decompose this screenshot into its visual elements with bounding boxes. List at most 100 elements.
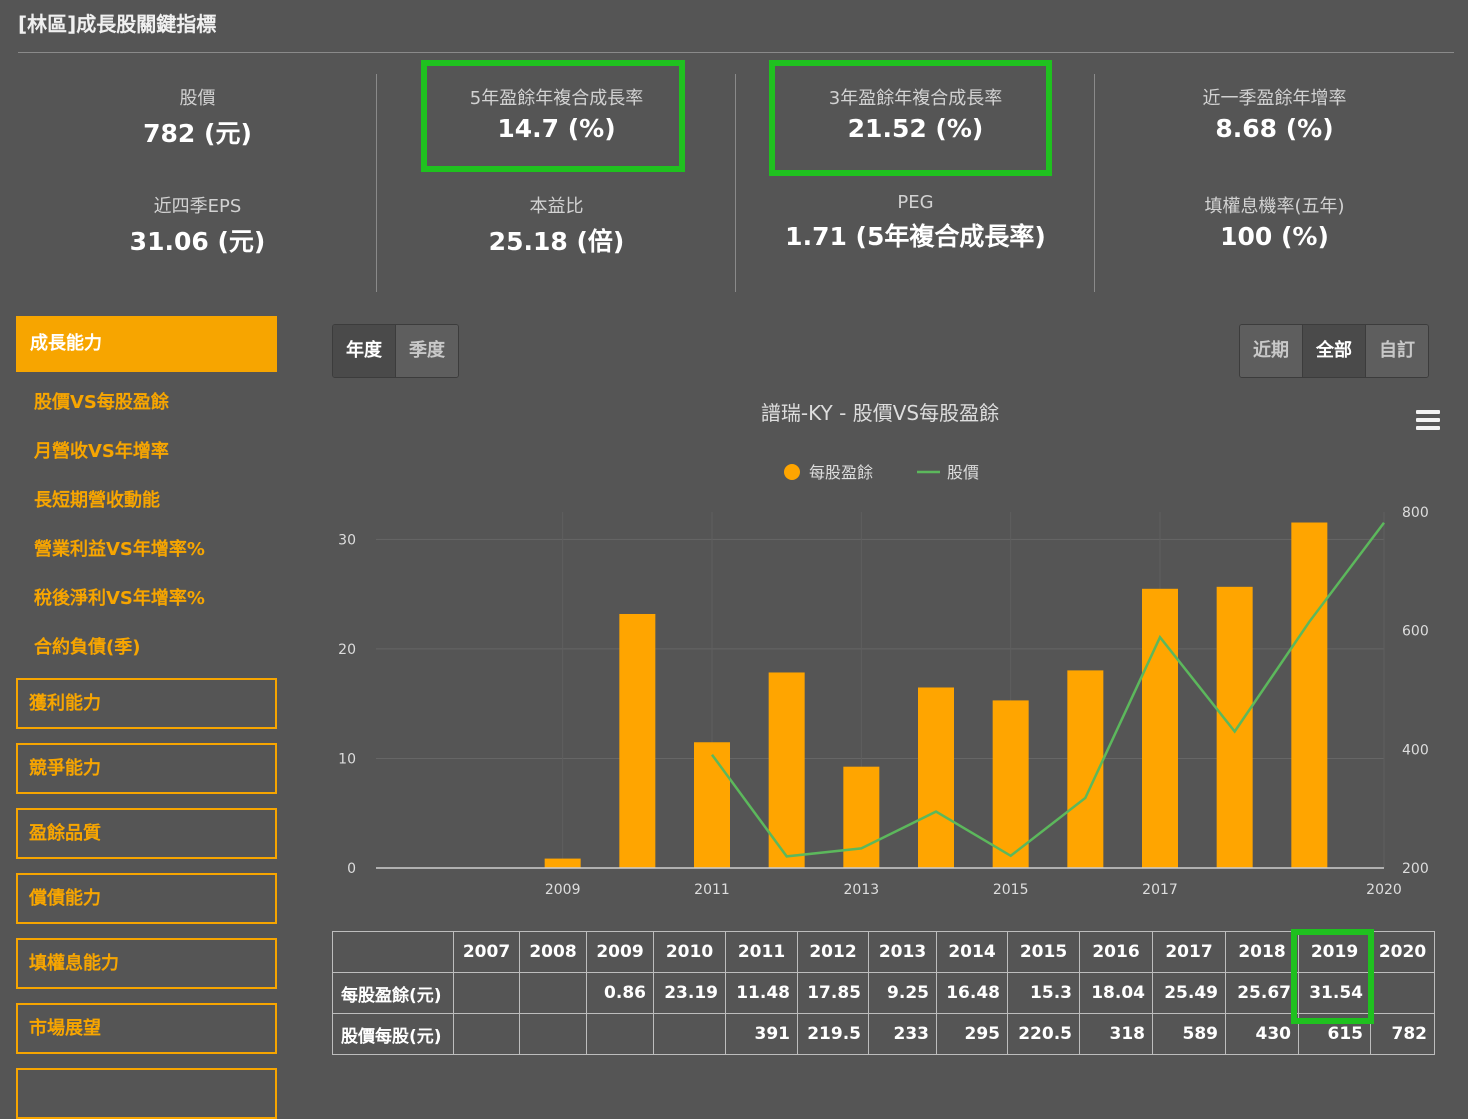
sidebar-item-price-vs-eps[interactable]: 股價VS每股盈餘 (16, 378, 277, 427)
chart-title: 譜瑞-KY - 股價VS每股盈餘 (761, 401, 999, 425)
sidebar-item-contract-liabilities[interactable]: 合約負債(季) (16, 623, 277, 672)
table-cell: 9.25 (868, 972, 937, 1014)
metric-value: 100 (%) (1220, 222, 1329, 251)
table-cell: 589 (1152, 1013, 1226, 1055)
metric-label: PEG (897, 192, 934, 213)
sidebar-item-monthly-revenue[interactable]: 月營收VS年增率 (16, 427, 277, 476)
metric-label: 近一季盈餘年增率 (1202, 88, 1347, 109)
table-cell: 18.04 (1079, 972, 1153, 1014)
metric-quarter-eps-growth: 近一季盈餘年增率 8.68 (%) (1095, 84, 1454, 143)
table-year-header: 2020 (1370, 931, 1435, 973)
metric-value: 8.68 (%) (1215, 114, 1334, 143)
eps-bar-2018 (1216, 586, 1253, 868)
y-right-tick-label: 400 (1402, 742, 1429, 758)
table-cell: 391 (725, 1013, 798, 1055)
table-cell: 17.85 (797, 972, 869, 1014)
price-line (710, 521, 1385, 858)
sidebar-item-revenue-momentum[interactable]: 長短期營收動能 (16, 476, 277, 525)
sidebar-item-net-income[interactable]: 稅後淨利VS年增率% (16, 574, 277, 623)
table-year-header: 2013 (868, 931, 937, 973)
y-left-tick-label: 20 (338, 642, 356, 658)
table-cell: 219.5 (797, 1013, 869, 1055)
metric-label: 本益比 (529, 196, 584, 217)
metric-stock-price: 股價 782 (元) (18, 84, 377, 150)
page-title: [林區]成長股關鍵指標 (18, 12, 217, 36)
table-cell (453, 972, 520, 1014)
metric-eps-4q: 近四季EPS 31.06 (元) (18, 192, 377, 258)
metric-value: 782 (元) (143, 119, 252, 148)
table-row: 股價每股(元) 391 219.5 233 295 220.5 318 589 430 615 78… (332, 1013, 1435, 1055)
sidebar-section-market-outlook[interactable]: 市場展望 (16, 1003, 277, 1054)
eps-bar-2009 (544, 858, 581, 868)
y-left-tick-label: 0 (347, 861, 356, 877)
table-cell: 16.48 (936, 972, 1008, 1014)
title-divider (18, 52, 1454, 53)
table-row-label: 股價每股(元) (332, 1013, 454, 1055)
metric-fill-probability: 填權息機率(五年) 100 (%) (1095, 192, 1454, 251)
table-year-header: 2018 (1225, 931, 1299, 973)
period-toggle: 年度 季度 (332, 324, 459, 378)
table-year-header: 2009 (586, 931, 654, 973)
sidebar: 成長能力 股價VS每股盈餘 月營收VS年增率 長短期營收動能 營業利益VS年增率… (16, 316, 277, 1119)
x-tick-label: 2011 (694, 882, 730, 898)
sidebar-section-growth[interactable]: 成長能力 (16, 316, 277, 372)
table-year-header: 2011 (725, 931, 798, 973)
sidebar-section-solvency[interactable]: 償債能力 (16, 873, 277, 924)
table-cell: 23.19 (653, 972, 726, 1014)
y-right-tick-label: 800 (1402, 505, 1429, 521)
metric-column-1: 股價 782 (元) 近四季EPS 31.06 (元) (18, 70, 377, 292)
table-cell (519, 972, 587, 1014)
metric-peg: PEG 1.71 (5年複合成長率) (736, 192, 1095, 253)
legend-label-eps: 每股盈餘 (809, 463, 873, 482)
table-corner-cell (332, 931, 454, 973)
highlight-box-5y-cagr (421, 60, 685, 172)
metric-value: 25.18 (倍) (488, 227, 625, 256)
table-year-header: 2007 (453, 931, 520, 973)
table-year-header: 2017 (1152, 931, 1226, 973)
y-right-tick-label: 600 (1402, 624, 1429, 640)
sidebar-section-dividend-fill[interactable]: 填權息能力 (16, 938, 277, 989)
table-row-label: 每股盈餘(元) (332, 972, 454, 1014)
table-cell (453, 1013, 520, 1055)
table-cell: 295 (936, 1013, 1008, 1055)
table-cell: 220.5 (1007, 1013, 1080, 1055)
metric-value: 31.06 (元) (129, 227, 266, 256)
x-tick-label: 2017 (1142, 882, 1178, 898)
eps-bar-2015 (992, 700, 1029, 868)
table-year-header: 2014 (936, 931, 1008, 973)
x-tick-label: 2020 (1366, 882, 1402, 898)
sidebar-section-profitability[interactable]: 獲利能力 (16, 678, 277, 729)
table-year-header: 2008 (519, 931, 587, 973)
annual-button[interactable]: 年度 (333, 325, 396, 377)
table-header-row: 2007 2008 2009 2010 2011 2012 2013 2014 2015 2016… (332, 931, 1435, 973)
metric-column-4: 近一季盈餘年增率 8.68 (%) 填權息機率(五年) 100 (%) (1095, 70, 1454, 292)
table-cell: 0.86 (586, 972, 654, 1014)
eps-bar-2011 (694, 742, 730, 868)
table-cell (1370, 972, 1435, 1014)
sidebar-section-earnings-quality[interactable]: 盈餘品質 (16, 808, 277, 859)
sidebar-section-competitiveness[interactable]: 競爭能力 (16, 743, 277, 794)
y-left-tick-label: 30 (338, 532, 356, 548)
metric-pe-ratio: 本益比 25.18 (倍) (377, 192, 736, 258)
sidebar-section-next[interactable] (16, 1068, 277, 1119)
range-recent-button[interactable]: 近期 (1240, 325, 1303, 377)
eps-bar-2013 (843, 766, 880, 868)
table-cell: 25.49 (1152, 972, 1226, 1014)
eps-bar-2014 (918, 687, 954, 868)
quarterly-button[interactable]: 季度 (396, 325, 458, 377)
metric-label: 股價 (179, 88, 216, 109)
range-custom-button[interactable]: 自訂 (1366, 325, 1428, 377)
table-year-header: 2015 (1007, 931, 1080, 973)
legend-marker-eps (784, 464, 800, 480)
table-year-header: 2012 (797, 931, 869, 973)
table-cell: 318 (1079, 1013, 1153, 1055)
range-toggle: 近期 全部 自訂 (1239, 324, 1429, 378)
y-left-tick-label: 10 (338, 751, 356, 767)
sidebar-item-operating-income[interactable]: 營業利益VS年增率% (16, 525, 277, 574)
highlight-box-2019 (1291, 929, 1374, 1024)
x-tick-label: 2013 (844, 882, 880, 898)
table-cell: 25.67 (1225, 972, 1299, 1014)
eps-bar-2019 (1291, 522, 1328, 868)
x-tick-label: 2015 (993, 882, 1029, 898)
range-all-button[interactable]: 全部 (1303, 325, 1366, 377)
